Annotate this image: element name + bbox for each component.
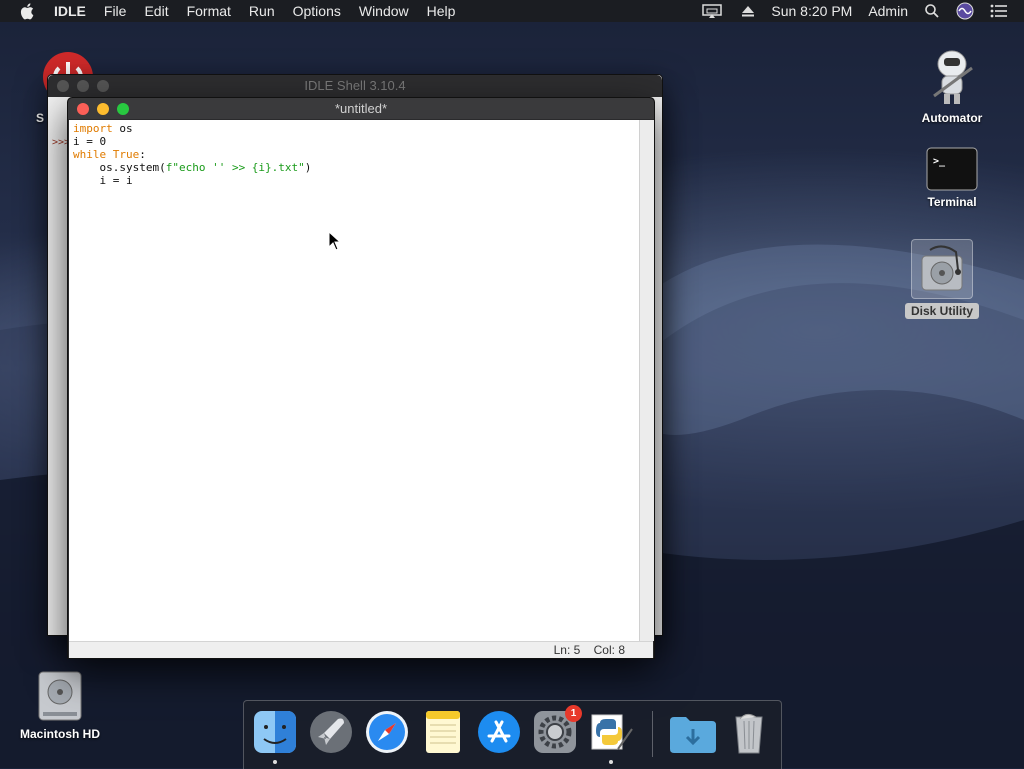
desktop-icon-terminal[interactable]: >_ Terminal	[912, 146, 992, 209]
dock-launchpad[interactable]	[308, 709, 354, 755]
shell-close-button[interactable]	[57, 80, 69, 92]
keyword-import: import	[73, 122, 113, 135]
code-line-3: while True:	[73, 148, 635, 161]
menu-help[interactable]: Help	[427, 3, 456, 19]
dock-python-idle[interactable]	[588, 709, 634, 764]
code-text: os	[112, 122, 133, 135]
hard-drive-icon	[38, 671, 82, 721]
status-line: Ln: 5	[553, 643, 581, 657]
menu-file[interactable]: File	[104, 3, 127, 19]
menu-run[interactable]: Run	[249, 3, 275, 19]
shell-minimize-button[interactable]	[77, 80, 89, 92]
menu-window[interactable]: Window	[359, 3, 409, 19]
desktop-icon-automator[interactable]: Automator	[912, 44, 992, 125]
notes-icon	[426, 711, 460, 753]
trash-icon	[735, 713, 763, 754]
disk-utility-icon	[921, 245, 963, 291]
editor-status-bar: Ln: 5 Col: 8	[69, 641, 653, 658]
code-text: os.system(	[73, 161, 166, 174]
keyword-true: True	[112, 148, 140, 161]
editor-minimize-button[interactable]	[97, 103, 109, 115]
dock-safari[interactable]	[364, 709, 410, 755]
desktop-icon-disk-utility[interactable]: Disk Utility	[905, 239, 979, 319]
code-line-2: i = 0	[73, 135, 107, 148]
dock-app-store[interactable]	[476, 709, 522, 755]
code-line-5: i = i	[73, 174, 133, 187]
editor-vertical-scrollbar[interactable]	[639, 120, 654, 641]
terminal-icon: >_	[926, 147, 978, 191]
shell-title-bar[interactable]: IDLE Shell 3.10.4	[48, 75, 662, 97]
automator-label: Automator	[921, 111, 983, 125]
status-col: Col: 8	[593, 643, 625, 657]
code-text: )	[304, 161, 312, 174]
editor-title: *untitled*	[334, 101, 388, 116]
menu-bar: IDLE File Edit Format Run Options Window…	[0, 0, 1024, 22]
spotlight-search-icon[interactable]	[924, 3, 940, 19]
keyword-while: while	[73, 148, 107, 161]
python-idle-icon	[591, 714, 633, 750]
mouse-pointer-icon	[328, 231, 342, 251]
disk-utility-label: Disk Utility	[905, 303, 979, 319]
dock-system-preferences[interactable]: 1	[532, 705, 582, 755]
apple-menu-icon[interactable]	[20, 2, 36, 20]
macintosh-hd-label: Macintosh HD	[19, 727, 100, 741]
idle-editor-window[interactable]: *untitled* import os i = 0 while True: o…	[67, 97, 655, 659]
svg-text:>_: >_	[933, 156, 946, 167]
dock: 1	[243, 700, 782, 769]
dock-finder[interactable]	[252, 709, 298, 764]
airplay-display-icon[interactable]	[701, 3, 725, 19]
menubar-clock[interactable]: Sun 8:20 PM	[771, 3, 852, 19]
desktop-icon-partial-label: S	[36, 111, 45, 125]
menu-options[interactable]: Options	[293, 3, 341, 19]
editor-close-button[interactable]	[77, 103, 89, 115]
menu-format[interactable]: Format	[187, 3, 231, 19]
menu-app-name[interactable]: IDLE	[54, 3, 86, 19]
code-line-4: os.system(f"echo '' >> {i}.txt")	[73, 161, 635, 174]
siri-icon[interactable]	[956, 2, 974, 20]
string-literal: f"echo '' >> {i}.txt"	[165, 161, 305, 174]
dock-separator	[652, 711, 653, 757]
dock-downloads[interactable]	[668, 709, 716, 755]
code-text: :	[139, 148, 146, 161]
dock-trash[interactable]	[726, 709, 772, 755]
downloads-folder-icon	[670, 717, 716, 753]
running-indicator	[273, 760, 277, 764]
running-indicator	[609, 760, 613, 764]
app-store-icon	[478, 711, 520, 753]
automator-icon	[933, 50, 973, 104]
editor-window-controls	[77, 103, 137, 115]
launchpad-rocket-icon	[310, 711, 352, 753]
shell-window-controls	[57, 80, 117, 92]
safari-compass-icon	[366, 711, 408, 753]
menubar-user[interactable]: Admin	[868, 3, 908, 19]
editor-zoom-button[interactable]	[117, 103, 129, 115]
shell-zoom-button[interactable]	[97, 80, 109, 92]
desktop-icon-macintosh-hd[interactable]: Macintosh HD	[12, 668, 108, 741]
shell-title: IDLE Shell 3.10.4	[304, 78, 406, 93]
finder-icon	[254, 711, 296, 753]
editor-title-bar[interactable]: *untitled*	[68, 98, 654, 119]
code-editor[interactable]: import os i = 0 while True: os.system(f"…	[69, 120, 639, 641]
code-line-1: import os	[73, 122, 635, 135]
eject-icon[interactable]	[741, 4, 755, 18]
disk-utility-icon-frame	[911, 239, 973, 299]
menu-edit[interactable]: Edit	[144, 3, 168, 19]
notification-center-icon[interactable]	[990, 4, 1008, 18]
terminal-label: Terminal	[927, 195, 977, 209]
notification-badge: 1	[565, 705, 582, 722]
dock-notes[interactable]	[420, 709, 466, 755]
